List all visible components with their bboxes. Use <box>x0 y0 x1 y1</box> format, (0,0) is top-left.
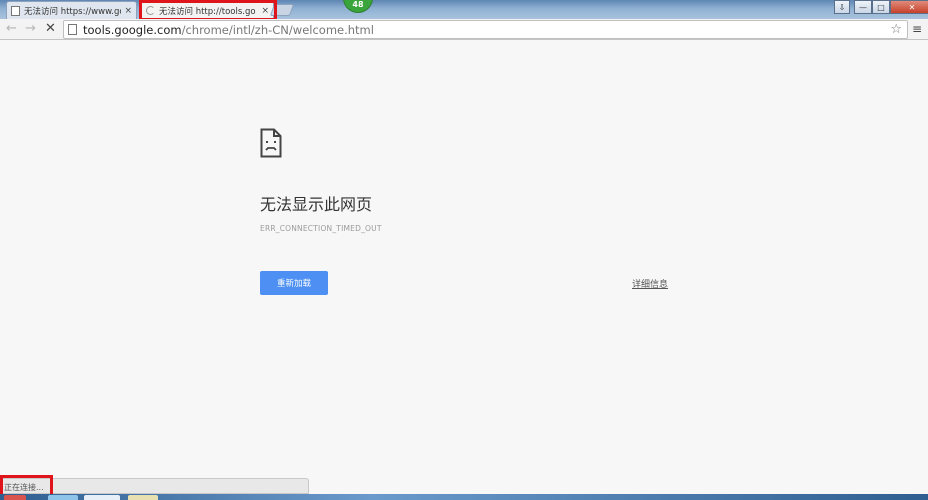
tab-inactive[interactable]: 无法访问 https://www.go × <box>6 1 137 19</box>
taskbar-item[interactable] <box>84 495 120 500</box>
minimize-button[interactable]: — <box>854 0 872 14</box>
close-window-button[interactable]: ✕ <box>890 0 928 14</box>
reload-button[interactable]: 重新加载 <box>260 271 328 295</box>
extension-badge[interactable]: 48 <box>343 0 373 13</box>
url-host: tools.google.com <box>83 22 182 37</box>
restore-icon[interactable]: ⇩ <box>834 0 850 14</box>
taskbar-item[interactable] <box>128 495 158 500</box>
url-text: tools.google.com/chrome/intl/zh-CN/welco… <box>83 23 374 37</box>
stop-loading-button[interactable]: ✕ <box>45 21 56 37</box>
error-code: ERR_CONNECTION_TIMED_OUT <box>260 224 382 233</box>
window-controls: ⇩ — □ ✕ <box>834 0 928 14</box>
forward-button[interactable]: → <box>25 21 36 37</box>
tab-close-icon[interactable]: × <box>124 6 132 16</box>
taskbar-item[interactable] <box>4 495 26 500</box>
bookmark-star-icon[interactable]: ☆ <box>890 22 902 37</box>
back-button[interactable]: ← <box>6 21 17 37</box>
url-path: /chrome/intl/zh-CN/welcome.html <box>181 22 374 37</box>
taskbar-item[interactable] <box>48 495 78 500</box>
highlight-box-tab <box>139 0 277 21</box>
address-bar[interactable]: tools.google.com/chrome/intl/zh-CN/welco… <box>63 20 908 39</box>
page-icon <box>11 5 20 16</box>
maximize-button[interactable]: □ <box>872 0 890 14</box>
sad-page-icon <box>260 128 282 158</box>
toolbar: ← → ✕ tools.google.com/chrome/intl/zh-CN… <box>0 19 928 40</box>
error-heading: 无法显示此网页 <box>260 195 373 214</box>
page-content: 无法显示此网页 ERR_CONNECTION_TIMED_OUT 重新加载 详细… <box>0 41 928 478</box>
details-link[interactable]: 详细信息 <box>632 277 668 290</box>
tab-title: 无法访问 https://www.go <box>24 6 122 17</box>
page-icon <box>68 24 77 35</box>
menu-icon[interactable]: ≡ <box>912 22 922 36</box>
